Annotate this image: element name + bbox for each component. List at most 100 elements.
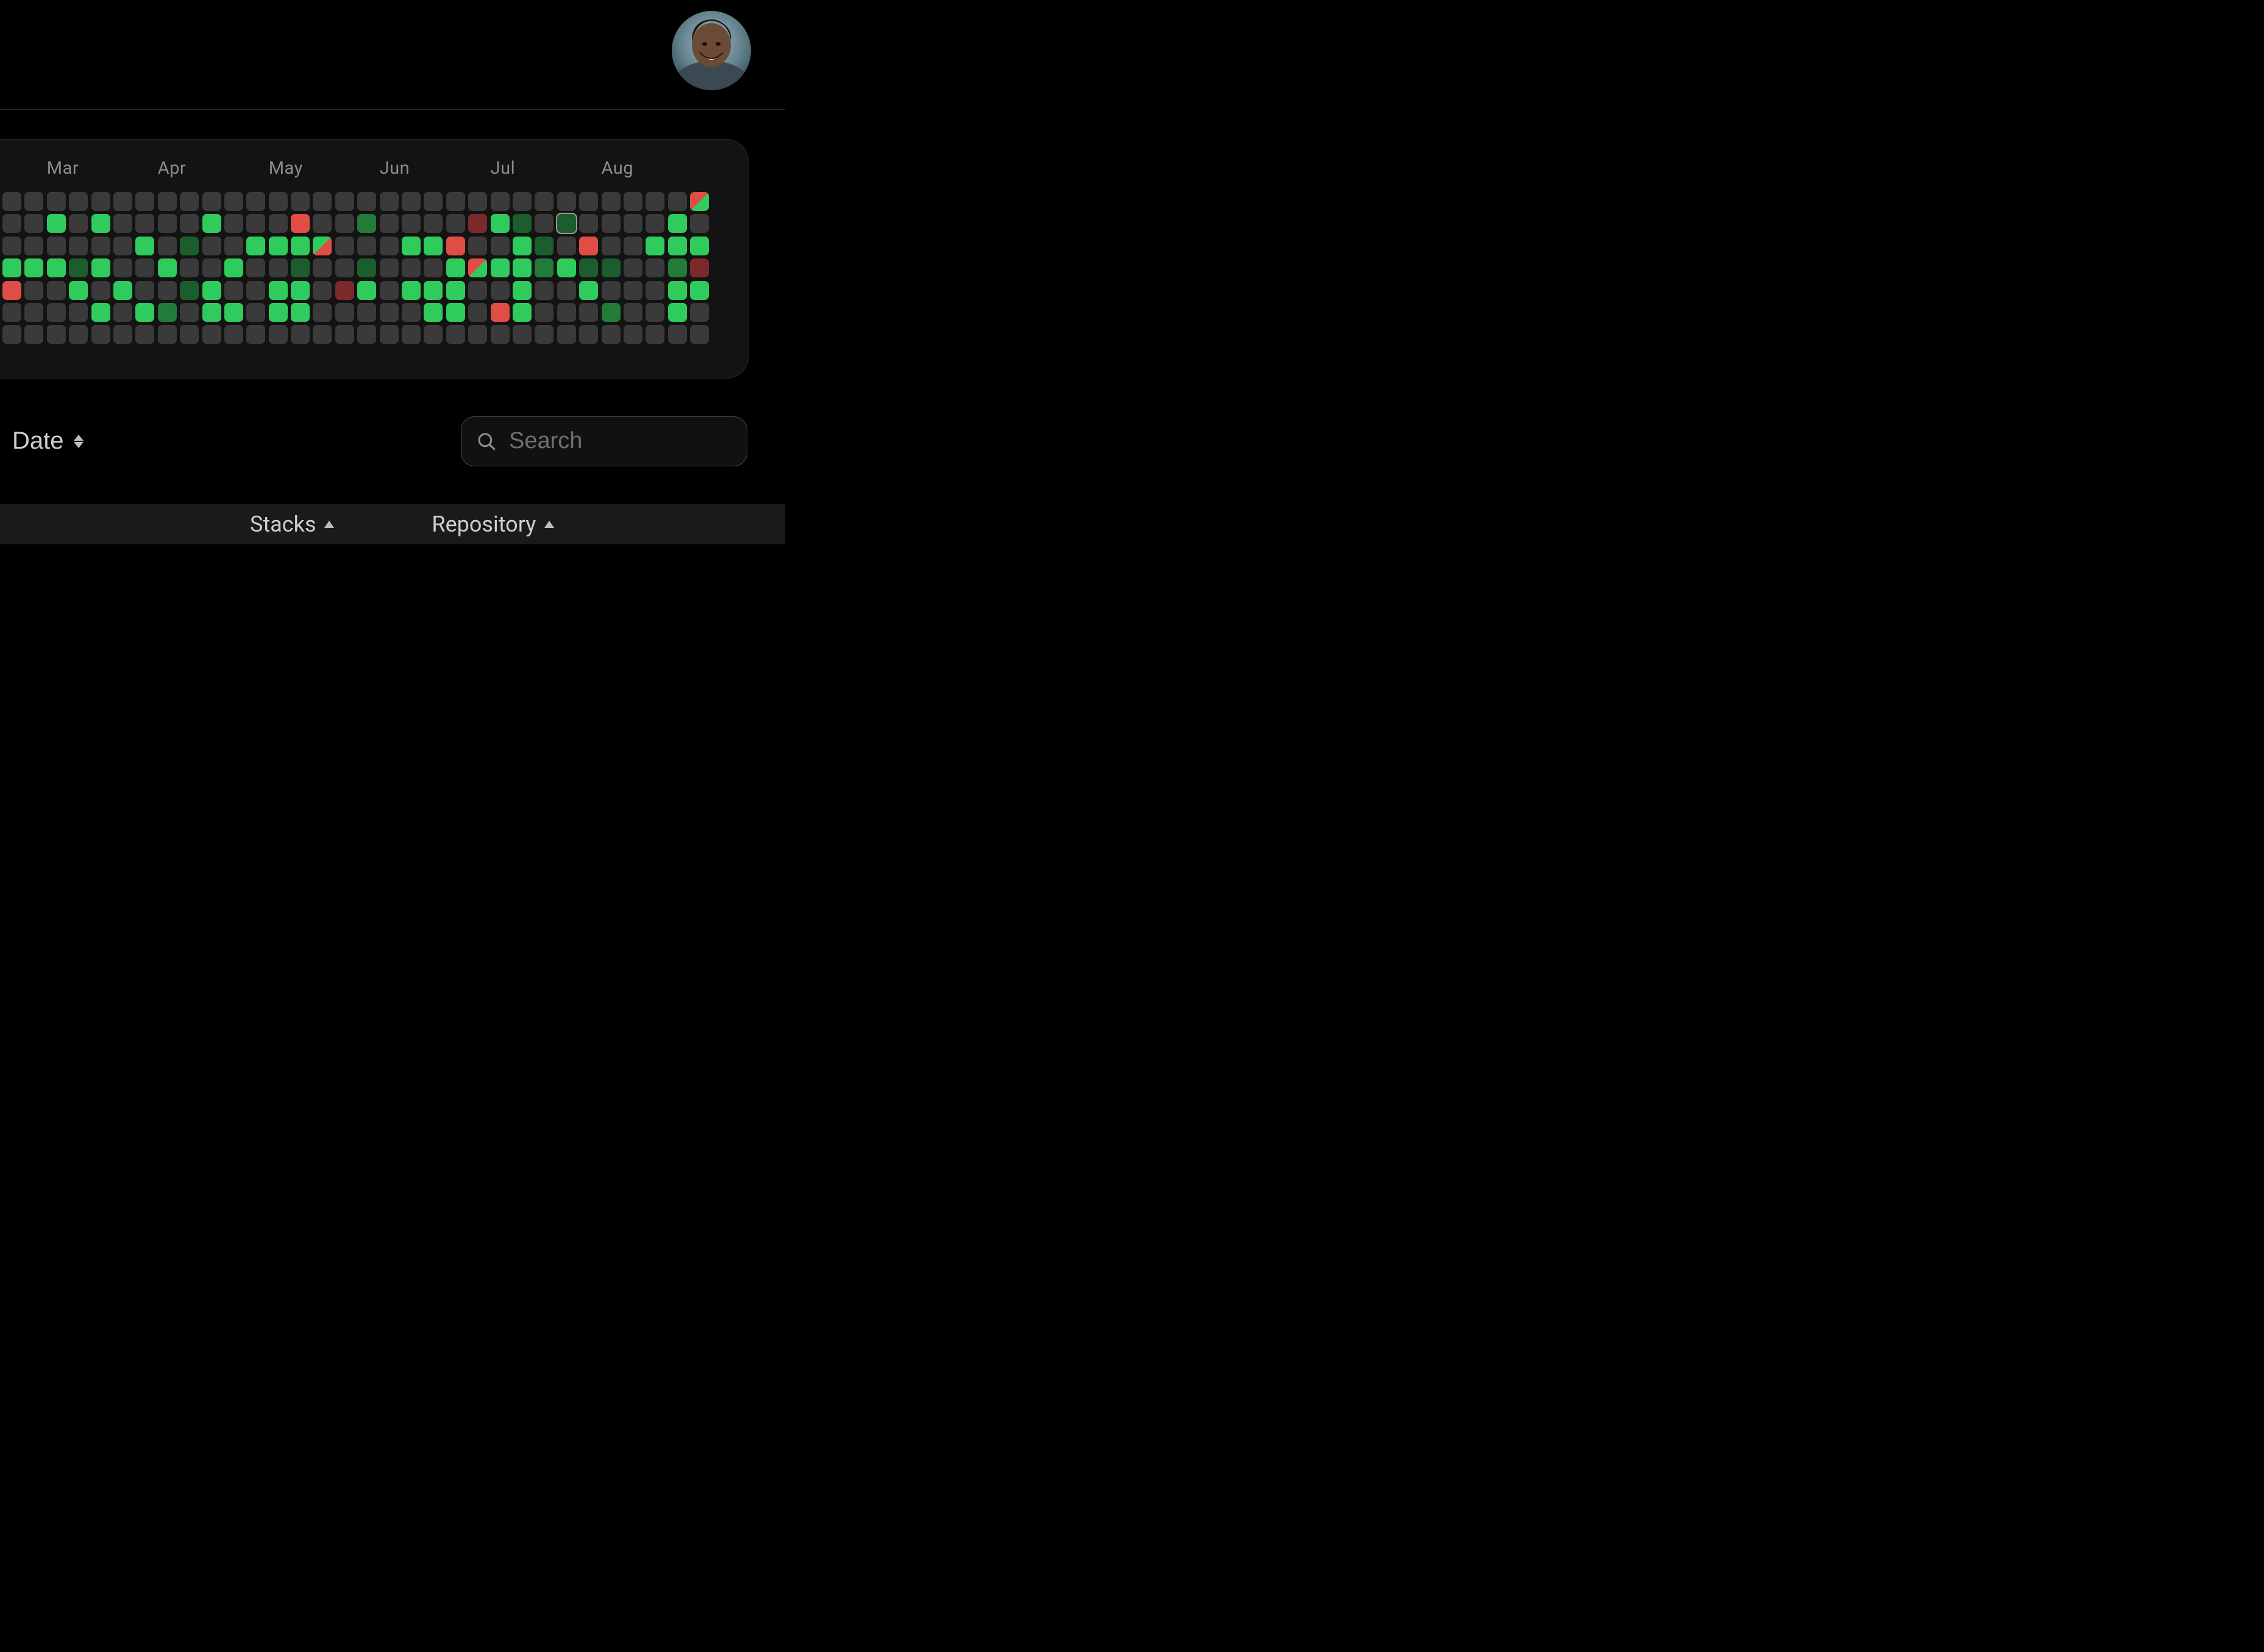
heatmap-cell[interactable] <box>513 281 532 300</box>
heatmap-cell[interactable] <box>202 281 221 300</box>
heatmap-cell[interactable] <box>690 214 709 233</box>
heatmap-cell[interactable] <box>424 258 443 277</box>
heatmap-cell[interactable] <box>446 237 465 255</box>
heatmap-cell[interactable] <box>357 325 376 344</box>
avatar[interactable] <box>672 11 751 90</box>
heatmap-cell[interactable] <box>269 214 288 233</box>
heatmap-cell[interactable] <box>646 303 664 322</box>
heatmap-cell[interactable] <box>402 214 421 233</box>
heatmap-cell[interactable] <box>579 258 598 277</box>
heatmap-cell[interactable] <box>291 258 310 277</box>
heatmap-cell[interactable] <box>424 237 443 255</box>
heatmap-cell[interactable] <box>313 237 332 255</box>
heatmap-cell[interactable] <box>313 258 332 277</box>
heatmap-cell[interactable] <box>135 258 154 277</box>
heatmap-cell[interactable] <box>24 214 43 233</box>
heatmap-cell[interactable] <box>91 214 110 233</box>
heatmap-cell[interactable] <box>135 303 154 322</box>
heatmap-cell[interactable] <box>491 214 510 233</box>
heatmap-cell[interactable] <box>291 325 310 344</box>
heatmap-cell[interactable] <box>646 214 664 233</box>
heatmap-cell[interactable] <box>468 214 487 233</box>
heatmap-cell[interactable] <box>180 303 199 322</box>
heatmap-cell[interactable] <box>557 325 576 344</box>
heatmap-cell[interactable] <box>535 303 554 322</box>
heatmap-cell[interactable] <box>668 303 687 322</box>
heatmap-cell[interactable] <box>535 258 554 277</box>
heatmap-cell[interactable] <box>91 303 110 322</box>
heatmap-cell[interactable] <box>491 281 510 300</box>
heatmap-cell[interactable] <box>446 303 465 322</box>
heatmap-cell[interactable] <box>335 237 354 255</box>
heatmap-cell[interactable] <box>313 325 332 344</box>
heatmap-cell[interactable] <box>135 192 154 211</box>
heatmap-cell[interactable] <box>2 192 21 211</box>
heatmap-cell[interactable] <box>269 258 288 277</box>
heatmap-cell[interactable] <box>468 325 487 344</box>
heatmap-cell[interactable] <box>357 258 376 277</box>
heatmap-cell[interactable] <box>113 325 132 344</box>
heatmap-cell[interactable] <box>335 258 354 277</box>
heatmap-cell[interactable] <box>2 237 21 255</box>
heatmap-cell[interactable] <box>291 237 310 255</box>
heatmap-cell[interactable] <box>24 325 43 344</box>
heatmap-cell[interactable] <box>113 237 132 255</box>
heatmap-cell[interactable] <box>491 303 510 322</box>
heatmap-cell[interactable] <box>47 192 66 211</box>
heatmap-cell[interactable] <box>557 303 576 322</box>
heatmap-cell[interactable] <box>357 214 376 233</box>
heatmap-cell[interactable] <box>246 303 265 322</box>
heatmap-cell[interactable] <box>335 214 354 233</box>
heatmap-cell[interactable] <box>579 214 598 233</box>
heatmap-cell[interactable] <box>468 281 487 300</box>
heatmap-cell[interactable] <box>402 303 421 322</box>
heatmap-cell[interactable] <box>402 192 421 211</box>
heatmap-cell[interactable] <box>424 281 443 300</box>
heatmap-cell[interactable] <box>624 258 643 277</box>
heatmap-cell[interactable] <box>690 258 709 277</box>
heatmap-cell[interactable] <box>246 192 265 211</box>
heatmap-cell[interactable] <box>690 325 709 344</box>
heatmap-cell[interactable] <box>446 325 465 344</box>
heatmap-cell[interactable] <box>491 258 510 277</box>
heatmap-cell[interactable] <box>357 281 376 300</box>
heatmap-cell[interactable] <box>579 281 598 300</box>
heatmap-cell[interactable] <box>269 303 288 322</box>
heatmap-cell[interactable] <box>202 214 221 233</box>
heatmap-cell[interactable] <box>180 192 199 211</box>
heatmap-cell[interactable] <box>380 192 399 211</box>
heatmap-cell[interactable] <box>624 192 643 211</box>
heatmap-cell[interactable] <box>535 325 554 344</box>
heatmap-cell[interactable] <box>602 281 621 300</box>
heatmap-cell[interactable] <box>335 303 354 322</box>
heatmap-cell[interactable] <box>135 281 154 300</box>
heatmap-cell[interactable] <box>357 237 376 255</box>
heatmap-cell[interactable] <box>668 214 687 233</box>
heatmap-cell[interactable] <box>135 214 154 233</box>
search-field[interactable] <box>461 416 747 466</box>
heatmap-cell[interactable] <box>2 325 21 344</box>
heatmap-cell[interactable] <box>47 281 66 300</box>
heatmap-cell[interactable] <box>468 258 487 277</box>
heatmap-cell[interactable] <box>24 303 43 322</box>
heatmap-cell[interactable] <box>668 281 687 300</box>
heatmap-cell[interactable] <box>513 237 532 255</box>
heatmap-cell[interactable] <box>24 192 43 211</box>
heatmap-cell[interactable] <box>113 303 132 322</box>
heatmap-cell[interactable] <box>380 258 399 277</box>
heatmap-cell[interactable] <box>424 303 443 322</box>
heatmap-cell[interactable] <box>158 237 177 255</box>
heatmap-cell[interactable] <box>690 192 709 211</box>
heatmap-cell[interactable] <box>357 303 376 322</box>
heatmap-cell[interactable] <box>624 325 643 344</box>
heatmap-cell[interactable] <box>513 192 532 211</box>
heatmap-cell[interactable] <box>668 258 687 277</box>
heatmap-cell[interactable] <box>269 237 288 255</box>
heatmap-cell[interactable] <box>380 281 399 300</box>
heatmap-cell[interactable] <box>202 237 221 255</box>
heatmap-cell[interactable] <box>69 237 88 255</box>
heatmap-cell[interactable] <box>646 237 664 255</box>
heatmap-cell[interactable] <box>402 281 421 300</box>
heatmap-cell[interactable] <box>380 325 399 344</box>
heatmap-cell[interactable] <box>269 192 288 211</box>
